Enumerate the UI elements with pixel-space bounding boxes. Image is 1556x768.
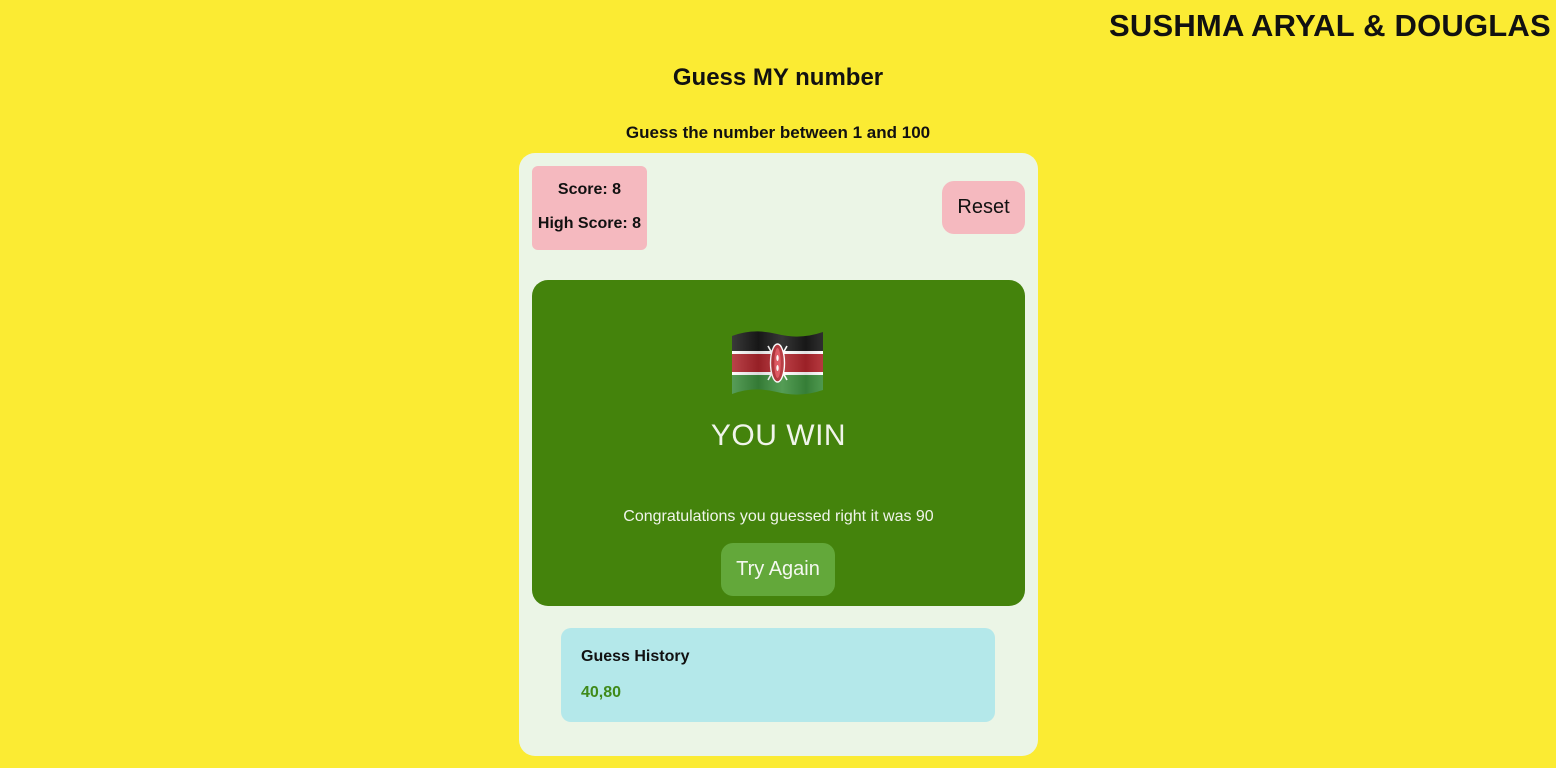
page-subtitle: Guess the number between 1 and 100 bbox=[625, 123, 931, 142]
kenya-flag-icon bbox=[732, 331, 823, 395]
score-value: Score: 8 bbox=[557, 181, 622, 198]
win-panel: YOU WIN Congratulations you guessed righ… bbox=[532, 280, 1025, 606]
reset-button[interactable]: Reset bbox=[942, 181, 1025, 234]
guess-history-values: 40,80 bbox=[581, 684, 622, 701]
high-score-value: High Score: 8 bbox=[537, 215, 642, 232]
page-title: Guess MY number bbox=[672, 64, 884, 91]
try-again-button[interactable]: Try Again bbox=[721, 543, 835, 596]
guess-history-panel: Guess History 40,80 bbox=[561, 628, 995, 722]
authors-heading: SUSHMA ARYAL & DOUGLAS bbox=[1109, 8, 1551, 43]
score-box: Score: 8 High Score: 8 bbox=[532, 166, 647, 250]
guess-history-title: Guess History bbox=[581, 648, 690, 665]
win-title: YOU WIN bbox=[710, 419, 847, 452]
page: SUSHMA ARYAL & DOUGLAS Guess MY number G… bbox=[0, 0, 1556, 768]
game-card: Score: 8 High Score: 8 Reset YOU WIN Con… bbox=[519, 153, 1038, 756]
win-message: Congratulations you guessed right it was… bbox=[623, 508, 934, 525]
